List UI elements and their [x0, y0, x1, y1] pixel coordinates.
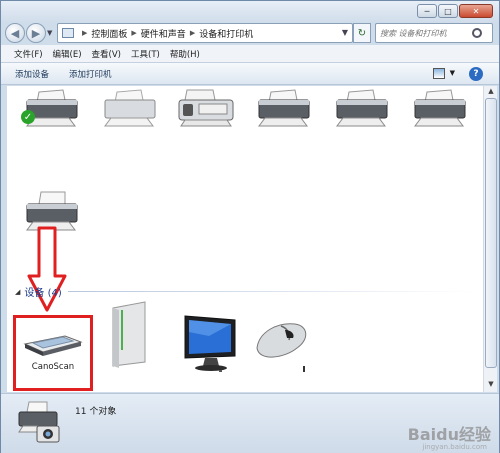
printer-item[interactable]: [407, 88, 471, 130]
refresh-icon: ↻: [357, 27, 367, 39]
search-input[interactable]: [380, 28, 472, 38]
fax-icon: [178, 89, 234, 127]
search-box[interactable]: [375, 23, 493, 43]
menu-bar: 文件(F) 编辑(E) 查看(V) 工具(T) 帮助(H): [1, 45, 499, 63]
menu-tools[interactable]: 工具(T): [126, 48, 165, 60]
maximize-button[interactable]: □: [438, 4, 458, 18]
blurred-labels-area: [7, 128, 483, 188]
printer-item[interactable]: [329, 88, 393, 130]
scroll-up-icon[interactable]: ▲: [486, 87, 496, 97]
mouse-item[interactable]: [251, 318, 311, 372]
window-controls: ─ □ ✕: [417, 4, 493, 18]
monitor-icon: [184, 315, 236, 371]
devices-group-header[interactable]: ◢ 设备 (4): [15, 284, 475, 299]
watermark-url: jingyan.baidu.com: [422, 443, 487, 451]
menu-file[interactable]: 文件(F): [9, 48, 48, 60]
forward-arrow-icon: ▶: [31, 26, 41, 40]
group-title: 设备 (4): [24, 288, 62, 299]
collapse-triangle-icon[interactable]: ◢: [15, 288, 20, 296]
address-bar[interactable]: ▶ 控制面板 ▶ 硬件和声音 ▶ 设备和打印机 ▼: [57, 23, 353, 43]
forward-button[interactable]: ▶: [26, 23, 46, 43]
scroll-thumb[interactable]: [485, 98, 497, 368]
refresh-button[interactable]: ↻: [353, 23, 371, 43]
scroll-down-icon[interactable]: ▼: [486, 380, 496, 390]
view-options-dropdown-icon[interactable]: ▼: [450, 69, 455, 77]
breadcrumb-control-panel[interactable]: 控制面板: [91, 27, 127, 40]
mouse-icon: [256, 323, 307, 358]
external-drive-icon: [112, 301, 146, 368]
breadcrumb-devices-printers[interactable]: 设备和打印机: [199, 27, 253, 40]
title-bar: ─ □ ✕: [1, 1, 499, 23]
printer-item[interactable]: [97, 88, 161, 130]
printer-icon: [104, 89, 156, 127]
navigation-row: ◀ ▶ ▼ ▶ 控制面板 ▶ 硬件和声音 ▶ 设备和打印机 ▼ ↻: [1, 21, 499, 45]
change-view-icon[interactable]: [433, 68, 445, 79]
search-icon[interactable]: [472, 28, 482, 38]
back-arrow-icon: ◀: [10, 26, 20, 40]
command-bar: 添加设备 添加打印机 ▼ ?: [1, 63, 499, 85]
close-button[interactable]: ✕: [459, 4, 493, 18]
breadcrumb-separator-icon[interactable]: ▶: [190, 29, 195, 37]
add-printer-button[interactable]: 添加打印机: [69, 68, 112, 80]
help-icon[interactable]: ?: [469, 67, 483, 81]
printer-icon: [336, 89, 388, 127]
breadcrumb-hardware-sound[interactable]: 硬件和声音: [141, 27, 186, 40]
devices-printers-icon: [15, 400, 63, 447]
menu-view[interactable]: 查看(V): [87, 48, 126, 60]
printer-icon: [414, 89, 466, 127]
printer-item-default[interactable]: ✓: [19, 88, 83, 130]
breadcrumb-separator-icon[interactable]: ▶: [131, 29, 136, 37]
details-pane: 11 个对象 Baidu经验 jingyan.baidu.com: [1, 393, 499, 453]
menu-edit[interactable]: 编辑(E): [48, 48, 87, 60]
red-arrow-annotation: [27, 226, 67, 312]
watermark-logo: Baidu经验: [407, 425, 491, 444]
item-count-text: 11 个对象: [75, 407, 117, 417]
explorer-window: ─ □ ✕ ◀ ▶ ▼ ▶ 控制面板 ▶ 硬件和声音 ▶ 设备和打印机 ▼ ↻ …: [0, 0, 500, 453]
monitor-label-fragment: [219, 370, 222, 372]
external-drive-item[interactable]: [105, 300, 153, 370]
control-panel-icon: [62, 28, 74, 38]
monitor-item[interactable]: [179, 312, 243, 372]
group-divider: [67, 291, 475, 292]
default-checkmark-icon: ✓: [21, 110, 35, 124]
scanner-highlight-box: [13, 315, 93, 391]
recent-pages-dropdown-icon[interactable]: ▼: [47, 29, 52, 37]
devices-content-pane: ✓ ◢ 设备 (4) CanoScan: [7, 86, 483, 392]
add-device-button[interactable]: 添加设备: [15, 68, 49, 80]
menu-help[interactable]: 帮助(H): [165, 48, 205, 60]
minimize-button[interactable]: ─: [417, 4, 437, 18]
address-dropdown-icon[interactable]: ▼: [342, 28, 348, 37]
printer-item[interactable]: [251, 88, 315, 130]
vertical-scrollbar[interactable]: ▲ ▼: [483, 86, 497, 392]
fax-item[interactable]: [173, 88, 237, 130]
breadcrumb-separator-icon[interactable]: ▶: [82, 29, 87, 37]
mouse-label-fragment: [303, 366, 305, 372]
printer-icon: [258, 89, 310, 127]
back-button[interactable]: ◀: [5, 23, 25, 43]
